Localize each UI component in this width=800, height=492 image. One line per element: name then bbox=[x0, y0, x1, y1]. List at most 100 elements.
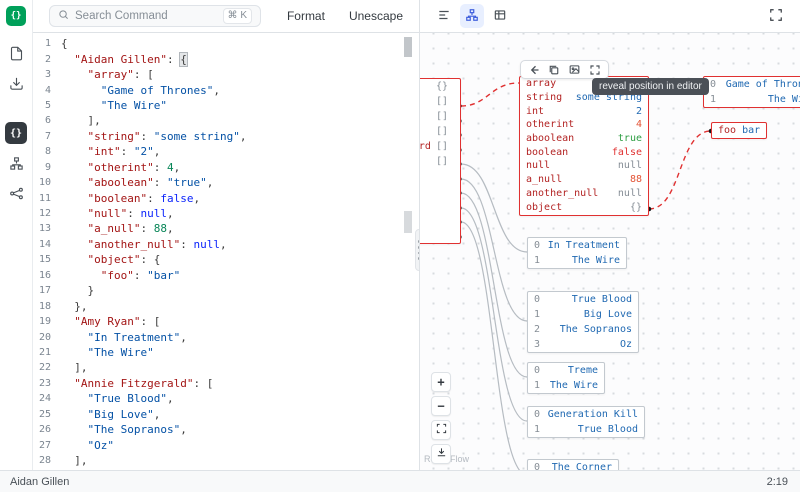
editor-line[interactable]: 23 "Annie Fitzgerald": [ bbox=[33, 376, 419, 391]
node-annie-fitzgerald[interactable]: 0True Blood1Big Love2The Sopranos3Oz bbox=[527, 291, 639, 353]
editor-line[interactable]: 7 "string": "some string", bbox=[33, 129, 419, 144]
editor-line[interactable]: 12 "null": null, bbox=[33, 206, 419, 221]
editor-line[interactable]: 26 "The Sopranos", bbox=[33, 422, 419, 437]
node-row: 1The Wire bbox=[528, 253, 626, 268]
search-icon bbox=[58, 9, 69, 23]
graph-view-toggle[interactable] bbox=[460, 4, 484, 28]
editor-scrollbar-thumb[interactable] bbox=[404, 37, 412, 57]
editor-toolbar: Search Command ⌘ K Format Unescape bbox=[33, 0, 420, 32]
editor-line[interactable]: 3 "array": [ bbox=[33, 67, 419, 82]
flow-icon bbox=[9, 156, 24, 171]
editor-line[interactable]: 9 "otherint": 4, bbox=[33, 160, 419, 175]
editor-line[interactable]: 6 ], bbox=[33, 113, 419, 128]
node-root[interactable]: {}[][][]rd[][] bbox=[420, 78, 461, 244]
editor-line[interactable]: 17 } bbox=[33, 283, 419, 298]
node-game-of-thrones[interactable]: 0Game of Thrones1The Wire bbox=[703, 76, 800, 108]
download-image-icon bbox=[436, 447, 447, 461]
node-aidan-gillen[interactable]: arraystringsome stringint2otherint4abool… bbox=[519, 76, 649, 216]
node-row: nullnull bbox=[520, 159, 648, 173]
file-button[interactable] bbox=[5, 42, 27, 64]
editor-line[interactable]: 22 ], bbox=[33, 360, 419, 375]
editor-line[interactable]: 25 "Big Love", bbox=[33, 407, 419, 422]
node-row: foobar bbox=[712, 123, 766, 138]
editor-lines: 1{2 "Aidan Gillen": {3 "array": [4 "Game… bbox=[33, 36, 419, 468]
node-row: 1The Wire bbox=[704, 92, 800, 107]
node-row: 0The Corner bbox=[528, 460, 618, 470]
download-image-button[interactable] bbox=[431, 444, 451, 464]
editor-line[interactable]: 18 }, bbox=[33, 298, 419, 313]
flow-view-button[interactable] bbox=[5, 152, 27, 174]
node-amy-ryan[interactable]: 0In Treatment1The Wire bbox=[527, 237, 627, 269]
top-bar: Search Command ⌘ K Format Unescape bbox=[33, 0, 800, 33]
node-row: 0Treme bbox=[528, 363, 604, 378]
editor-line[interactable]: 24 "True Blood", bbox=[33, 391, 419, 406]
node-row: 0Game of Thrones bbox=[704, 77, 800, 92]
node-anwan-glover[interactable]: 0Treme1The Wire bbox=[527, 362, 605, 394]
editor-line[interactable]: 11 "boolean": false, bbox=[33, 190, 419, 205]
unescape-button[interactable]: Unescape bbox=[349, 9, 403, 23]
editor-line[interactable]: 4 "Game of Thrones", bbox=[33, 82, 419, 97]
editor-line[interactable]: 2 "Aidan Gillen": { bbox=[33, 51, 419, 66]
node-row: booleanfalse bbox=[520, 145, 648, 159]
node-image-button[interactable] bbox=[568, 63, 581, 76]
fit-view-button[interactable] bbox=[431, 420, 451, 440]
lines-icon bbox=[437, 8, 451, 25]
code-editor[interactable]: 1{2 "Aidan Gillen": {3 "array": [4 "Game… bbox=[33, 33, 420, 470]
node-row: 0True Blood bbox=[528, 292, 638, 307]
fullscreen-icon bbox=[769, 8, 783, 25]
search-input[interactable]: Search Command ⌘ K bbox=[49, 5, 261, 27]
editor-line[interactable]: 10 "aboolean": "true", bbox=[33, 175, 419, 190]
app-logo-icon[interactable] bbox=[6, 6, 26, 26]
zoom-out-button[interactable]: − bbox=[431, 396, 451, 416]
format-button[interactable]: Format bbox=[287, 9, 325, 23]
node-back-button[interactable] bbox=[528, 64, 540, 76]
status-bar: Aidan Gillen 2:19 bbox=[0, 470, 800, 492]
editor-scroll-marker bbox=[404, 211, 412, 233]
node-alexander-skarsgard[interactable]: 0Generation Kill1True Blood bbox=[527, 406, 645, 438]
table-icon bbox=[493, 8, 507, 25]
file-icon bbox=[9, 46, 24, 61]
node-copy-button[interactable] bbox=[548, 64, 560, 76]
graph-controls: + − bbox=[431, 372, 451, 464]
node-row: a_null88 bbox=[520, 173, 648, 187]
node-expand-button[interactable] bbox=[589, 64, 601, 76]
editor-line[interactable]: 13 "a_null": 88, bbox=[33, 221, 419, 236]
editor-line[interactable]: 14 "another_null": null, bbox=[33, 237, 419, 252]
graph-panel[interactable]: reveal position in editor + − React Flow… bbox=[420, 33, 800, 470]
tooltip: reveal position in editor bbox=[592, 78, 709, 95]
editor-line[interactable]: 20 "In Treatment", bbox=[33, 329, 419, 344]
node-foo-bar[interactable]: foobar bbox=[711, 122, 767, 139]
editor-line[interactable]: 5 "The Wire" bbox=[33, 98, 419, 113]
text-view-toggle[interactable] bbox=[432, 4, 456, 28]
editor-line[interactable]: 1{ bbox=[33, 36, 419, 51]
share-nodes-button[interactable] bbox=[5, 182, 27, 204]
workspace: Search Command ⌘ K Format Unescape bbox=[33, 0, 800, 470]
zoom-in-button[interactable]: + bbox=[431, 372, 451, 392]
node-row: 1True Blood bbox=[528, 422, 644, 437]
editor-line[interactable]: 15 "object": { bbox=[33, 252, 419, 267]
graph-icon bbox=[465, 8, 479, 25]
editor-line[interactable]: 27 "Oz" bbox=[33, 437, 419, 452]
json-visualizer-app: Search Command ⌘ K Format Unescape bbox=[0, 0, 800, 492]
editor-line[interactable]: 28 ], bbox=[33, 453, 419, 468]
json-braces-button[interactable] bbox=[5, 122, 27, 144]
node-row: 0In Treatment bbox=[528, 238, 626, 253]
editor-line[interactable]: 8 "int": "2", bbox=[33, 144, 419, 159]
node-row: abooleantrue bbox=[520, 132, 648, 146]
node-toolbar bbox=[520, 60, 609, 79]
share-nodes-icon bbox=[9, 186, 24, 201]
node-row: int2 bbox=[520, 104, 648, 118]
node-row: otherint4 bbox=[520, 118, 648, 132]
editor-line[interactable]: 19 "Amy Ryan": [ bbox=[33, 314, 419, 329]
table-view-toggle[interactable] bbox=[488, 4, 512, 28]
node-row: object{} bbox=[520, 200, 648, 214]
main-area: Search Command ⌘ K Format Unescape bbox=[0, 0, 800, 470]
node-row: 3Oz bbox=[528, 337, 638, 352]
node-row: 1Big Love bbox=[528, 307, 638, 322]
editor-line[interactable]: 16 "foo": "bar" bbox=[33, 268, 419, 283]
json-path-label: Aidan Gillen bbox=[10, 476, 69, 488]
editor-line[interactable]: 21 "The Wire" bbox=[33, 345, 419, 360]
fullscreen-button[interactable] bbox=[764, 4, 788, 28]
node-alice-farmer[interactable]: 0The Corner1Oz bbox=[527, 459, 619, 470]
download-button[interactable] bbox=[5, 72, 27, 94]
